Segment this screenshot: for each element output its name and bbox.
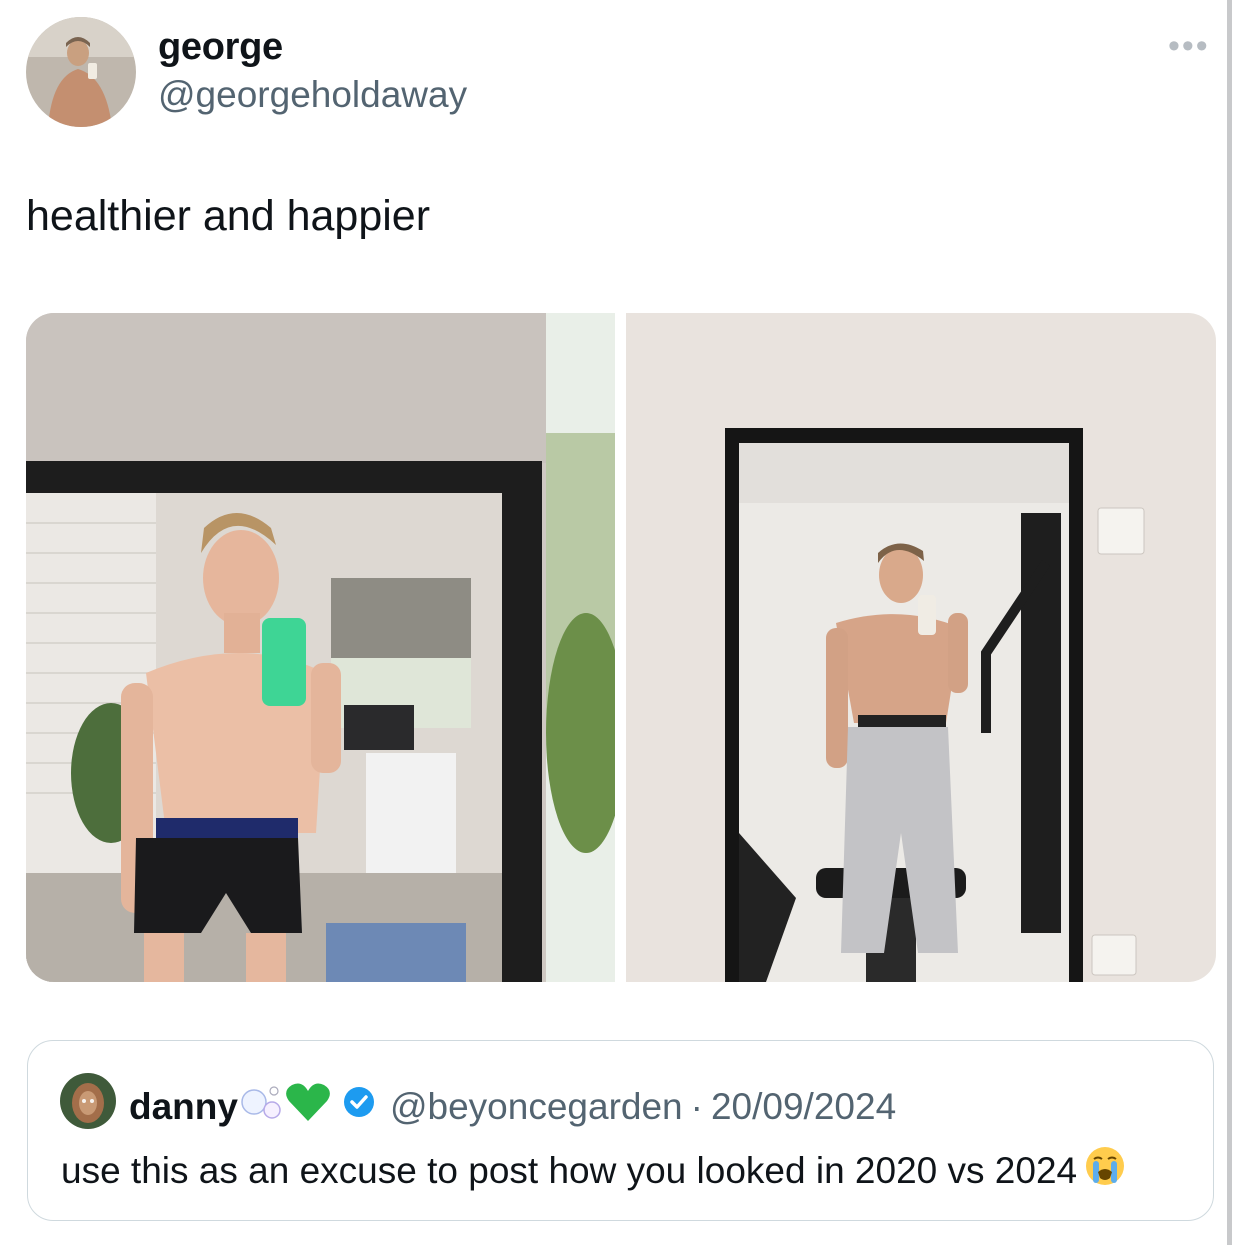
author-name[interactable]: george — [158, 26, 283, 69]
verified-badge-icon — [342, 1085, 376, 1128]
quoted-author-avatar[interactable] — [60, 1073, 116, 1129]
photo-2020[interactable] — [26, 313, 615, 982]
more-horizontal-icon[interactable]: ••• — [1168, 29, 1210, 63]
bubbles-emoji — [238, 1082, 284, 1131]
quoted-tweet-date[interactable]: 20/09/2024 — [711, 1086, 896, 1128]
loudly-crying-face-emoji — [1083, 1144, 1127, 1197]
quoted-tweet-header: danny @beyoncegarden · 20/09/2024 — [129, 1081, 896, 1132]
quoted-tweet-text-row: use this as an excuse to post how you lo… — [61, 1144, 1127, 1197]
meta-separator: · — [690, 1085, 703, 1127]
author-avatar[interactable] — [26, 17, 136, 127]
author-handle[interactable]: @georgeholdaway — [158, 74, 467, 116]
quoted-author-handle[interactable]: @beyoncegarden — [390, 1086, 683, 1128]
quoted-tweet-text: use this as an excuse to post how you lo… — [61, 1149, 1078, 1191]
scrollbar[interactable] — [1227, 0, 1232, 1245]
tweet-text: healthier and happier — [26, 192, 431, 240]
quoted-author-name[interactable]: danny — [129, 1086, 238, 1128]
quoted-tweet[interactable]: danny @beyoncegarden · 20/09/2024 use th… — [27, 1040, 1214, 1221]
photo-2024[interactable] — [626, 313, 1216, 982]
tweet-media[interactable] — [26, 313, 1216, 982]
green-heart-emoji — [284, 1081, 332, 1132]
